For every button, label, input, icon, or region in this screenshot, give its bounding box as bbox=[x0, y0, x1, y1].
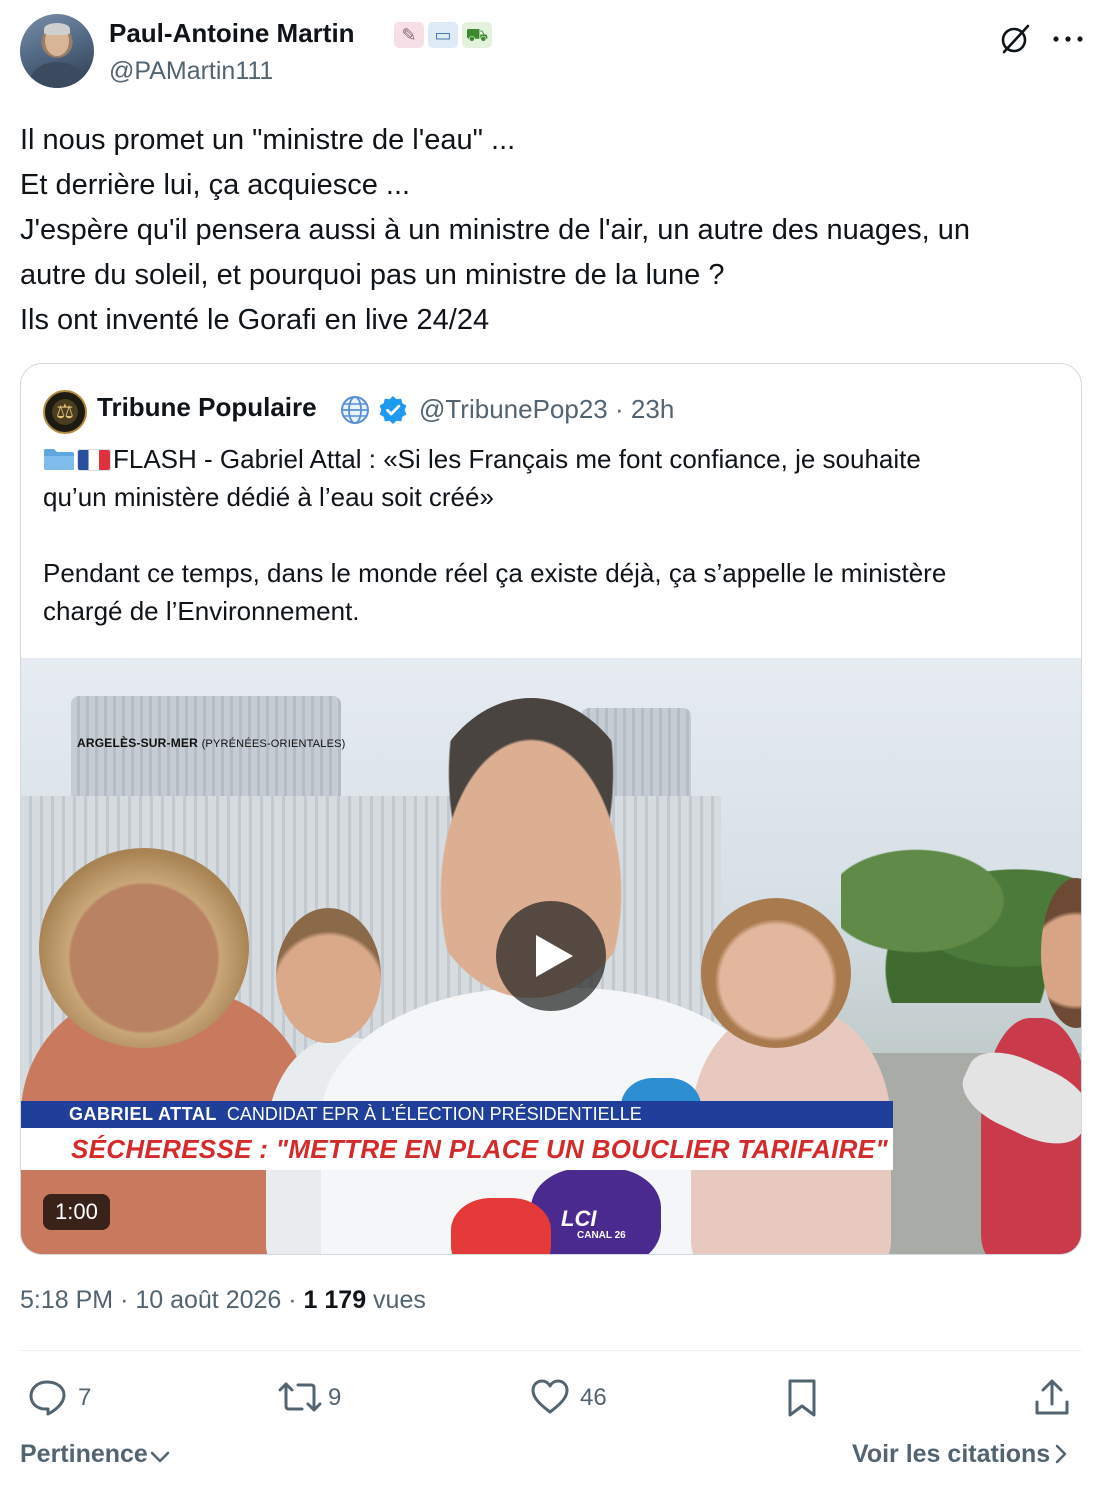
quote-author-name[interactable]: Tribune Populaire bbox=[97, 392, 317, 423]
tweet-time[interactable]: 5:18 PM bbox=[20, 1286, 113, 1314]
video-tank bbox=[71, 696, 341, 806]
share-button[interactable] bbox=[1034, 1376, 1074, 1418]
quote-line: FLASH - Gabriel Attal : «Si les Français… bbox=[43, 440, 1063, 478]
share-icon bbox=[1035, 1379, 1069, 1415]
reply-icon bbox=[29, 1380, 66, 1416]
divider bbox=[20, 1350, 1082, 1351]
verified-badge-icon bbox=[379, 396, 407, 424]
pen-emoji-icon: ✎ bbox=[394, 21, 424, 48]
quote-line: chargé de l’Environnement. bbox=[43, 596, 360, 626]
channel-sub: CANAL 26 bbox=[577, 1230, 626, 1241]
reply-count: 7 bbox=[78, 1384, 92, 1411]
tweet-line: Il nous promet un "ministre de l'eau" ..… bbox=[20, 124, 516, 156]
channel-logo: LCI bbox=[561, 1206, 597, 1231]
repost-button[interactable]: 9 bbox=[278, 1376, 358, 1418]
scales-icon: ⚖ bbox=[56, 401, 74, 423]
quote-line-blank bbox=[43, 516, 1063, 554]
folder-emoji-icon bbox=[43, 443, 75, 470]
repost-icon bbox=[278, 1382, 322, 1412]
sort-label: Pertinence bbox=[20, 1440, 148, 1468]
location-name: ARGELÈS-SUR-MER bbox=[77, 736, 199, 750]
lower-third-headline: SÉCHERESSE : "METTRE EN PLACE UN BOUCLIE… bbox=[21, 1128, 893, 1170]
quote-line: Pendant ce temps, dans le monde réel ça … bbox=[43, 558, 947, 588]
tweet-date[interactable]: · 10 août 2026 · bbox=[120, 1286, 297, 1314]
author-emojis: ✎ ▭ ⛟ bbox=[394, 20, 496, 48]
bookmark-button[interactable] bbox=[785, 1376, 825, 1418]
quotes-label: Voir les citations bbox=[852, 1440, 1051, 1468]
reply-button[interactable]: 7 bbox=[28, 1376, 108, 1418]
video-person-head bbox=[701, 898, 851, 1048]
repost-count: 9 bbox=[328, 1384, 342, 1411]
globe-emoji-icon bbox=[341, 396, 369, 424]
tweet-text: Il nous promet un "ministre de l'eau" ..… bbox=[20, 118, 1090, 343]
quote-handle[interactable]: @TribunePop23 bbox=[419, 394, 608, 424]
video-player[interactable]: LCI CANAL 26 ARGELÈS-SUR-MER (PYRÉNÉES-O… bbox=[21, 658, 1081, 1254]
video-microphone bbox=[451, 1198, 551, 1254]
view-quotes-link[interactable]: Voir les citations bbox=[852, 1440, 1068, 1469]
tweet-line: autre du soleil, et pourquoi pas un mini… bbox=[20, 259, 725, 291]
video-person-head bbox=[276, 908, 381, 1043]
tweet-line: J'espère qu'il pensera aussi à un minist… bbox=[20, 214, 971, 246]
like-count: 46 bbox=[580, 1384, 607, 1411]
heart-icon bbox=[531, 1379, 569, 1414]
quoted-tweet[interactable]: ⚖ Tribune Populaire @TribunePop23 · 23h … bbox=[20, 363, 1082, 1255]
speaker-name: GABRIEL ATTAL bbox=[69, 1104, 217, 1124]
video-duration: 1:00 bbox=[43, 1194, 110, 1230]
author-handle[interactable]: @PAMartin111 bbox=[109, 57, 273, 86]
quote-avatar[interactable]: ⚖ bbox=[43, 390, 87, 434]
quote-line-1: FLASH - Gabriel Attal : «Si les Français… bbox=[113, 444, 921, 474]
author-avatar[interactable] bbox=[20, 14, 94, 88]
author-name[interactable]: Paul-Antoine Martin bbox=[109, 18, 355, 49]
chevron-down-icon bbox=[150, 1451, 170, 1463]
lower-third-speaker: GABRIEL ATTAL CANDIDAT EPR À L'ÉLECTION P… bbox=[21, 1101, 893, 1128]
video-person-head bbox=[39, 848, 249, 1048]
quote-text: FLASH - Gabriel Attal : «Si les Français… bbox=[43, 440, 1063, 630]
play-button[interactable] bbox=[496, 901, 606, 1011]
tweet-line: Et derrière lui, ça acquiesce ... bbox=[20, 169, 411, 201]
play-icon bbox=[536, 935, 573, 977]
bookmark-icon bbox=[788, 1379, 816, 1417]
tweet-header: Paul-Antoine Martin ✎ ▭ ⛟ @PAMartin111 bbox=[20, 12, 1090, 92]
video-location-tag: ARGELÈS-SUR-MER (PYRÉNÉES-ORIENTALES) bbox=[77, 736, 346, 750]
quote-handle-time: @TribunePop23 · 23h bbox=[419, 394, 674, 425]
chevron-right-icon bbox=[1055, 1444, 1067, 1464]
views-count: 1 179 bbox=[303, 1286, 367, 1314]
tractor-emoji-icon: ⛟ bbox=[462, 21, 492, 48]
location-detail: (PYRÉNÉES-ORIENTALES) bbox=[201, 738, 346, 750]
tweet-meta: 5:18 PM · 10 août 2026 · 1 179 vues bbox=[20, 1286, 426, 1315]
like-button[interactable]: 46 bbox=[530, 1376, 620, 1418]
views-label: vues bbox=[373, 1286, 426, 1314]
speaker-role: CANDIDAT EPR À L'ÉLECTION PRÉSIDENTIELLE bbox=[226, 1104, 642, 1124]
more-options-icon[interactable] bbox=[1050, 26, 1086, 52]
grok-icon[interactable] bbox=[998, 22, 1032, 56]
france-flag-icon bbox=[77, 449, 111, 471]
quote-line: qu’un ministère dédié à l’eau soit créé» bbox=[43, 482, 494, 512]
sort-dropdown[interactable]: Pertinence bbox=[20, 1440, 170, 1469]
quote-time[interactable]: · 23h bbox=[615, 394, 674, 424]
tweet-line: Ils ont inventé le Gorafi en live 24/24 bbox=[20, 304, 490, 336]
book-emoji-icon: ▭ bbox=[428, 21, 458, 48]
